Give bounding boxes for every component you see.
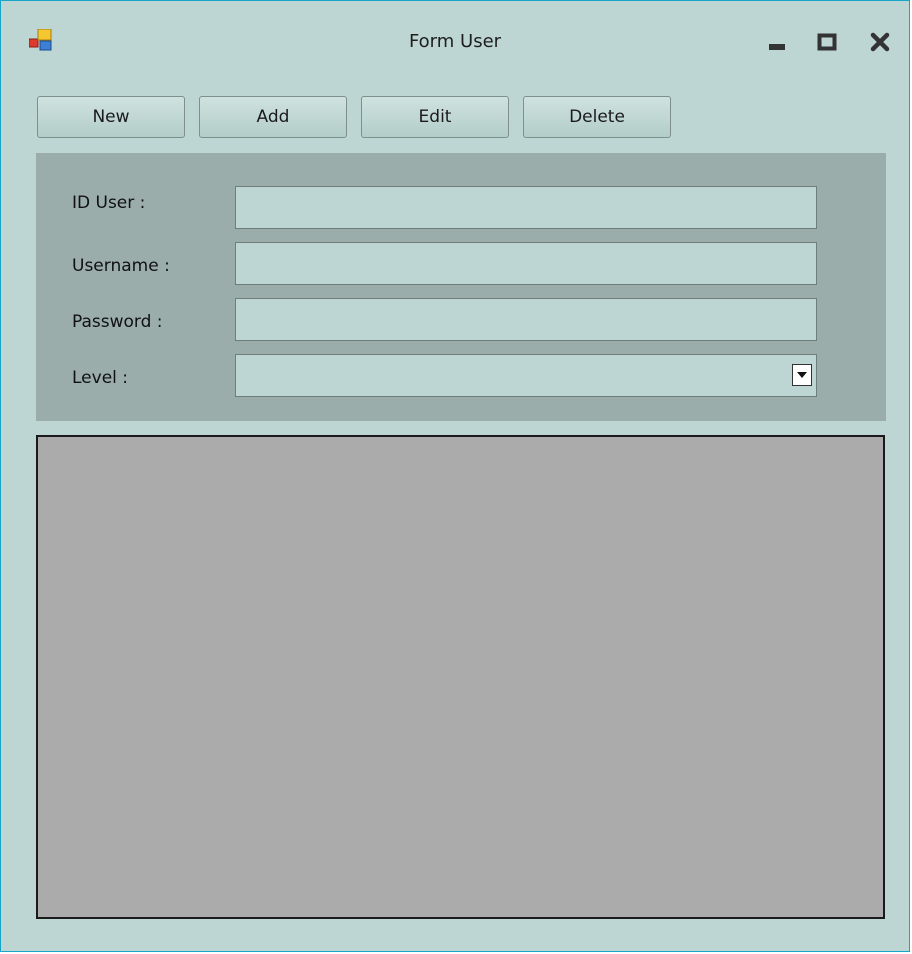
password-label: Password : xyxy=(72,312,163,332)
close-button[interactable] xyxy=(868,31,892,53)
add-button[interactable]: Add xyxy=(199,96,347,138)
form-user-window: Form User New Add Edit Delete ID User : … xyxy=(0,0,910,952)
title-bar[interactable]: Form User xyxy=(1,1,909,63)
maximize-button[interactable] xyxy=(815,31,839,53)
new-button[interactable]: New xyxy=(37,96,185,138)
user-data-grid[interactable] xyxy=(36,435,885,919)
level-dropdown-button[interactable] xyxy=(792,364,812,386)
level-combobox[interactable] xyxy=(235,354,817,397)
minimize-button[interactable] xyxy=(765,31,789,53)
user-form-panel: ID User : Username : Password : Level : xyxy=(36,153,886,421)
chevron-down-icon xyxy=(797,372,807,378)
edit-button[interactable]: Edit xyxy=(361,96,509,138)
username-field[interactable] xyxy=(235,242,817,285)
password-field[interactable] xyxy=(235,298,817,341)
delete-button[interactable]: Delete xyxy=(523,96,671,138)
minimize-icon xyxy=(769,44,785,50)
level-label: Level : xyxy=(72,368,129,388)
id-user-field[interactable] xyxy=(235,186,817,229)
username-label: Username : xyxy=(72,256,170,276)
maximize-icon xyxy=(817,33,837,51)
id-user-label: ID User : xyxy=(72,193,146,213)
close-icon xyxy=(870,32,890,52)
